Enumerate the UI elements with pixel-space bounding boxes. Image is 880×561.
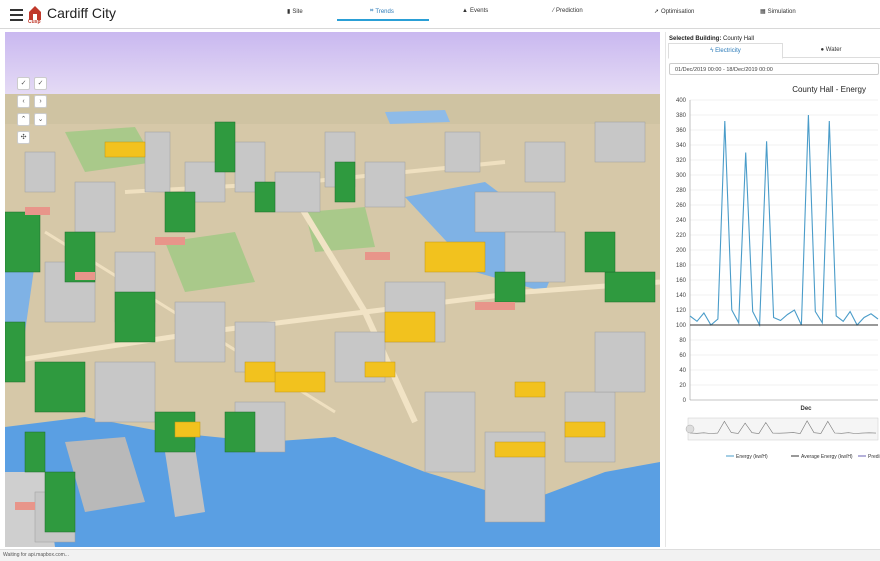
selected-building-name: County Hall xyxy=(723,36,755,42)
y-tick-label: 320 xyxy=(676,158,687,164)
resource-tabs: ϟ Electricity ● Water xyxy=(668,43,880,59)
bolt-icon: ϟ xyxy=(710,48,714,54)
chart-icon: ⌗ xyxy=(370,8,374,14)
tab-label: Simulation xyxy=(767,8,796,15)
city-3d-map[interactable]: ✓ ✓ ‹ › ⌃ ⌄ ✣ xyxy=(5,32,660,547)
range-navigator xyxy=(687,417,879,441)
y-tick-label: 40 xyxy=(679,368,686,374)
legend-item: Energy (kw/H) xyxy=(736,454,768,460)
tab-site[interactable]: ▮ Site xyxy=(287,8,303,16)
y-tick-label: 20 xyxy=(679,383,686,389)
y-tick-label: 220 xyxy=(676,233,687,239)
wand-icon: ⁄ xyxy=(553,8,555,14)
menu-icon[interactable] xyxy=(10,9,23,24)
tab-label: Prediction xyxy=(556,8,583,14)
bell-icon: ▲ xyxy=(462,8,468,14)
tab-optimisation[interactable]: ➚ Optimisation xyxy=(654,8,695,16)
y-tick-label: 260 xyxy=(676,203,687,209)
y-tick-label: 80 xyxy=(679,338,686,344)
status-bar: Waiting for api.mapbox.com... xyxy=(0,549,880,561)
y-tick-label: 120 xyxy=(676,308,687,314)
logo-text: Cusp xyxy=(28,19,41,25)
legend-item: Average Energy (kw/H) xyxy=(801,454,853,460)
tab-trends[interactable]: ⌗ Trends xyxy=(370,8,394,15)
app-title: Cardiff City xyxy=(47,5,116,21)
building-icon: ▮ xyxy=(287,9,291,15)
selected-building-label: Selected Building: County Hall xyxy=(669,36,755,42)
navigator-handle xyxy=(685,424,695,434)
droplet-icon: ● xyxy=(820,47,825,53)
legend-item: Predi xyxy=(868,454,880,460)
y-tick-label: 280 xyxy=(676,188,687,194)
y-tick-label: 0 xyxy=(683,398,687,404)
tilt-up-button[interactable]: ⌃ xyxy=(17,113,30,126)
energy-chart[interactable]: 0 20 40 60 80 100 120 140 160 180 200 220 240 260 280 3… xyxy=(666,92,880,512)
y-tick-label: 360 xyxy=(676,128,687,134)
compass-icon[interactable]: ✣ xyxy=(17,131,30,144)
rotate-left-button[interactable]: ‹ xyxy=(17,95,30,108)
status-text: Waiting for api.mapbox.com... xyxy=(3,552,69,558)
tab-label: Site xyxy=(292,8,303,15)
x-tick-label: Dec xyxy=(800,406,812,412)
rocket-icon: ➚ xyxy=(654,9,660,15)
calculator-icon: ▦ xyxy=(760,9,766,15)
y-tick-label: 340 xyxy=(676,143,687,149)
tab-electricity[interactable]: ϟ Electricity xyxy=(668,43,783,59)
y-tick-label: 160 xyxy=(676,278,687,284)
y-tick-label: 240 xyxy=(676,218,687,224)
tab-simulation[interactable]: ▦ Simulation xyxy=(760,8,796,16)
y-tick-label: 200 xyxy=(676,248,687,254)
rotate-right-button[interactable]: › xyxy=(34,95,47,108)
building-panel: Selected Building: County Hall ϟ Electri… xyxy=(665,32,880,547)
tilt-down-button[interactable]: ⌄ xyxy=(34,113,47,126)
y-tick-label: 140 xyxy=(676,293,687,299)
y-tick-label: 380 xyxy=(676,113,687,119)
zoom-out-button[interactable]: ✓ xyxy=(34,77,47,90)
tab-events[interactable]: ▲ Events xyxy=(462,8,488,14)
zoom-in-button[interactable]: ✓ xyxy=(17,77,30,90)
y-tick-label: 400 xyxy=(676,98,687,104)
y-tick-label: 300 xyxy=(676,173,687,179)
active-tab-indicator xyxy=(337,19,429,21)
tab-label: Events xyxy=(469,8,489,14)
tab-label: Trends xyxy=(375,8,394,15)
y-tick-label: 60 xyxy=(679,353,686,359)
date-range-input[interactable]: 01/Dec/2019 00:00 - 18/Dec/2019 00:00 xyxy=(669,63,879,75)
tab-label: Optimisation xyxy=(661,8,695,15)
tab-prediction[interactable]: ⁄ Prediction xyxy=(553,8,583,14)
top-navbar: Cusp Cardiff City ▮ Site ⌗ Trends ▲ Even… xyxy=(0,0,880,29)
y-tick-label: 100 xyxy=(676,323,687,329)
map-canvas[interactable] xyxy=(5,32,660,547)
tab-water[interactable]: ● Water xyxy=(782,43,880,57)
y-tick-label: 180 xyxy=(676,263,687,269)
